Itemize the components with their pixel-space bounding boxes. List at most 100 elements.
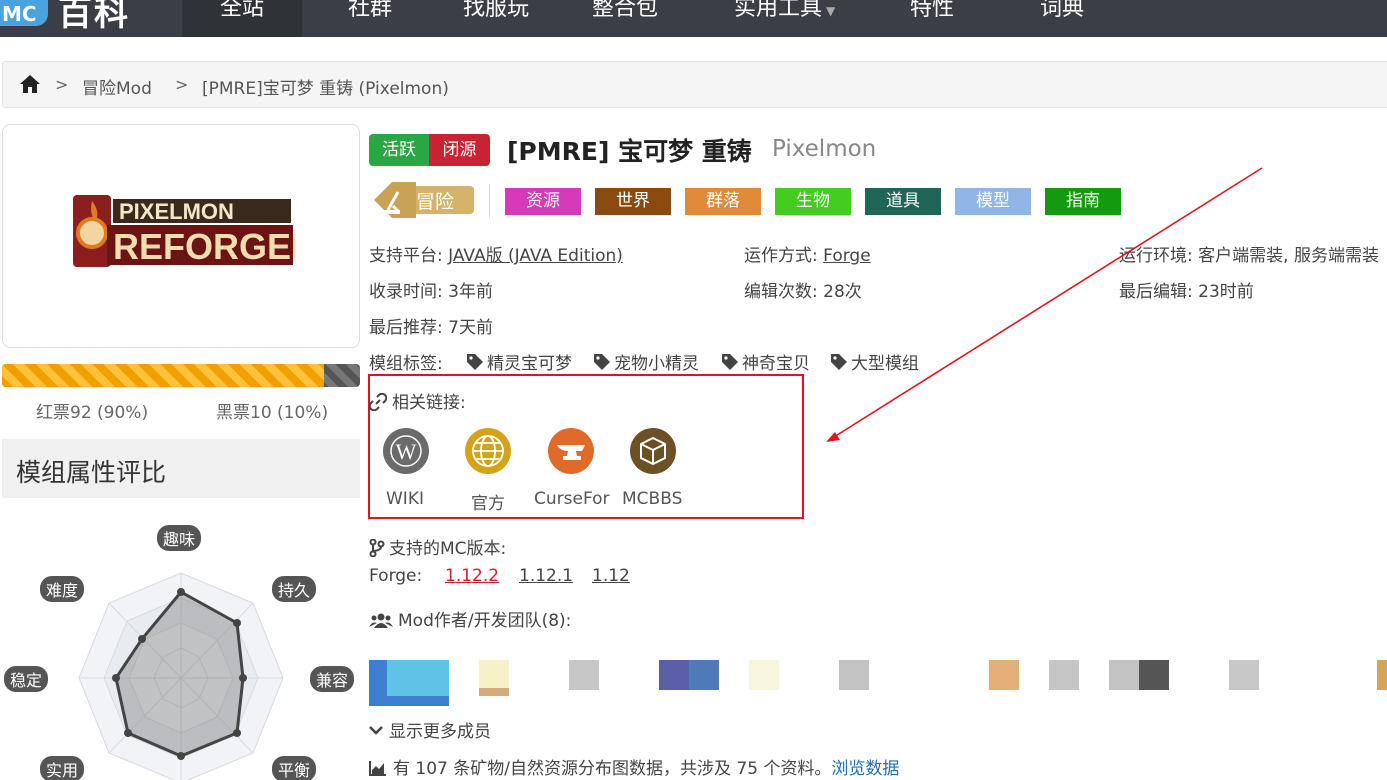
mod-tag-pokemon[interactable]: 精灵宝可梦 bbox=[466, 349, 572, 374]
resource-data-line: 有 107 条矿物/自然资源分布图数据，共涉及 75 个资料。浏览数据 bbox=[369, 754, 899, 779]
info-environment: 运行环境: 客户端需装, 服务端需装 bbox=[1119, 241, 1379, 266]
mod-tag-pocket-monster[interactable]: 宠物小精灵 bbox=[593, 349, 699, 374]
radar-label-compatibility: 兼容 bbox=[310, 666, 355, 692]
vote-ratio-bar bbox=[2, 364, 360, 387]
info-env-label: 运行环境: bbox=[1119, 246, 1199, 266]
red-vote-count[interactable]: 红票92 (90%) bbox=[36, 398, 148, 423]
supported-versions-title: 支持的MC版本: bbox=[369, 534, 506, 559]
mod-tag-label: 精灵宝可梦 bbox=[487, 354, 572, 374]
resource-data-text: 有 107 条矿物/自然资源分布图数据，共涉及 75 个资料。 bbox=[393, 759, 832, 779]
status-badge-closed-source: 闭源 bbox=[429, 134, 490, 166]
tag-icon bbox=[467, 354, 483, 370]
radar-label-stability: 稳定 bbox=[4, 666, 49, 692]
globe-icon[interactable] bbox=[465, 428, 511, 474]
nav-item-tools[interactable]: 实用工具 ▼ bbox=[734, 0, 835, 22]
official-link-label[interactable]: 官方 bbox=[471, 489, 505, 514]
nav-item-servers[interactable]: 找服玩 bbox=[463, 0, 529, 22]
author-avatar[interactable] bbox=[1049, 660, 1079, 690]
category-tag-guide[interactable]: 指南 bbox=[1045, 188, 1121, 215]
platform-link[interactable]: JAVA版 (JAVA Edition) bbox=[448, 246, 623, 266]
tag-icon bbox=[594, 354, 610, 370]
mod-subtitle: Pixelmon bbox=[772, 136, 877, 162]
author-avatar[interactable] bbox=[1229, 660, 1259, 690]
curseforge-link-label[interactable]: CurseFor bbox=[534, 489, 610, 509]
nav-item-dictionary[interactable]: 词典 bbox=[1040, 0, 1084, 22]
nav-item-tools-label: 实用工具 bbox=[734, 0, 823, 21]
info-platform: 支持平台: JAVA版 (JAVA Edition) bbox=[369, 241, 623, 266]
mod-tag-large-mod[interactable]: 大型模组 bbox=[830, 349, 919, 374]
author-avatar[interactable] bbox=[569, 660, 599, 690]
version-link-1-12[interactable]: 1.12 bbox=[592, 566, 630, 586]
branch-icon bbox=[369, 538, 385, 558]
version-link-1-12-1[interactable]: 1.12.1 bbox=[519, 566, 573, 586]
version-link-1-12-2[interactable]: 1.12.2 bbox=[445, 566, 499, 586]
attribute-panel-title: 模组属性评比 bbox=[16, 458, 167, 487]
radar-label-balance: 平衡 bbox=[272, 756, 317, 780]
mod-tags-label: 模组标签: bbox=[369, 354, 443, 374]
related-links-title: 相关链接: bbox=[368, 388, 466, 413]
category-tag-item[interactable]: 道具 bbox=[865, 188, 941, 215]
info-recorded-time: 收录时间: 3年前 bbox=[369, 282, 493, 302]
author-avatar[interactable] bbox=[989, 660, 1019, 690]
black-vote-count[interactable]: 黑票10 (10%) bbox=[216, 398, 328, 423]
radar-label-difficulty: 难度 bbox=[40, 576, 85, 602]
author-avatar[interactable] bbox=[839, 660, 869, 690]
link-icon bbox=[368, 392, 388, 412]
mod-cover: PIXELMON REFORGED bbox=[2, 124, 360, 348]
info-method: 运作方式: Forge bbox=[744, 241, 871, 266]
info-last-recommend: 最后推荐: 7天前 bbox=[369, 318, 493, 338]
attribute-panel-header: 模组属性评比 bbox=[2, 439, 360, 498]
category-primary-adventure[interactable]: 冒险 bbox=[372, 182, 476, 218]
category-tag-world[interactable]: 世界 bbox=[595, 188, 671, 215]
breadcrumb: > 冒险Mod > [PMRE]宝可梦 重铸 (Pixelmon) bbox=[2, 61, 1387, 108]
vote-red-fill bbox=[2, 364, 325, 387]
mod-tag-label: 宠物小精灵 bbox=[614, 354, 699, 374]
users-icon bbox=[369, 613, 393, 628]
breadcrumb-separator: > bbox=[55, 75, 69, 94]
nav-item-all[interactable]: 全站 bbox=[182, 0, 303, 37]
mod-tag-label: 神奇宝贝 bbox=[742, 354, 810, 374]
authors-title: Mod作者/开发团队(8): bbox=[369, 606, 571, 631]
svg-text:PIXELMON: PIXELMON bbox=[119, 199, 234, 224]
author-avatar-overlay bbox=[387, 660, 449, 696]
author-avatar[interactable] bbox=[479, 660, 509, 688]
wiki-link-label[interactable]: WIKI bbox=[386, 489, 424, 509]
show-more-members-label: 显示更多成员 bbox=[389, 722, 491, 742]
category-primary-label: 冒险 bbox=[416, 191, 455, 213]
pixelmon-reforged-logo: PIXELMON REFORGED bbox=[73, 195, 295, 267]
mod-tag-label: 大型模组 bbox=[851, 354, 919, 374]
author-avatar[interactable] bbox=[749, 660, 779, 690]
breadcrumb-item-current: [PMRE]宝可梦 重铸 (Pixelmon) bbox=[202, 79, 449, 99]
mcbbs-cube-icon[interactable] bbox=[630, 428, 676, 474]
authors-list-blurred bbox=[369, 636, 1387, 716]
author-avatar-accent bbox=[479, 688, 509, 696]
logo-badge[interactable]: MC bbox=[0, 0, 48, 26]
nav-item-community[interactable]: 社群 bbox=[348, 0, 392, 22]
chevron-down-icon bbox=[369, 726, 383, 735]
info-platform-label: 支持平台: bbox=[369, 246, 449, 266]
nav-item-modpacks[interactable]: 整合包 bbox=[592, 0, 658, 22]
forge-link[interactable]: Forge bbox=[823, 246, 871, 266]
category-tag-creature[interactable]: 生物 bbox=[775, 188, 851, 215]
category-tag-resource[interactable]: 资源 bbox=[505, 188, 581, 215]
author-avatar-overlay bbox=[1139, 660, 1169, 690]
breadcrumb-item-category[interactable]: 冒险Mod bbox=[82, 74, 152, 99]
curseforge-anvil-icon[interactable] bbox=[548, 428, 594, 474]
mcbbs-link-label[interactable]: MCBBS bbox=[622, 489, 682, 509]
author-avatar[interactable] bbox=[1377, 660, 1387, 690]
logo-text[interactable]: 百科 bbox=[58, 0, 130, 35]
tag-icon bbox=[722, 354, 738, 370]
home-icon[interactable] bbox=[19, 74, 41, 99]
info-last-edit: 最后编辑: 23时前 bbox=[1119, 282, 1254, 302]
supported-versions-title-text: 支持的MC版本: bbox=[389, 539, 507, 559]
category-tag-biome[interactable]: 群落 bbox=[685, 188, 761, 215]
mod-tag-pocket-monsters[interactable]: 神奇宝贝 bbox=[721, 349, 810, 374]
wiki-link-icon[interactable]: W bbox=[383, 428, 429, 474]
browse-data-link[interactable]: 浏览数据 bbox=[831, 759, 899, 779]
category-tag-model[interactable]: 模型 bbox=[955, 188, 1031, 215]
related-links-title-text: 相关链接: bbox=[392, 393, 466, 413]
area-chart-icon bbox=[369, 761, 386, 776]
info-edit-count: 编辑次数: 28次 bbox=[744, 282, 862, 302]
show-more-members-button[interactable]: 显示更多成员 bbox=[369, 717, 491, 742]
nav-item-features[interactable]: 特性 bbox=[910, 0, 954, 22]
